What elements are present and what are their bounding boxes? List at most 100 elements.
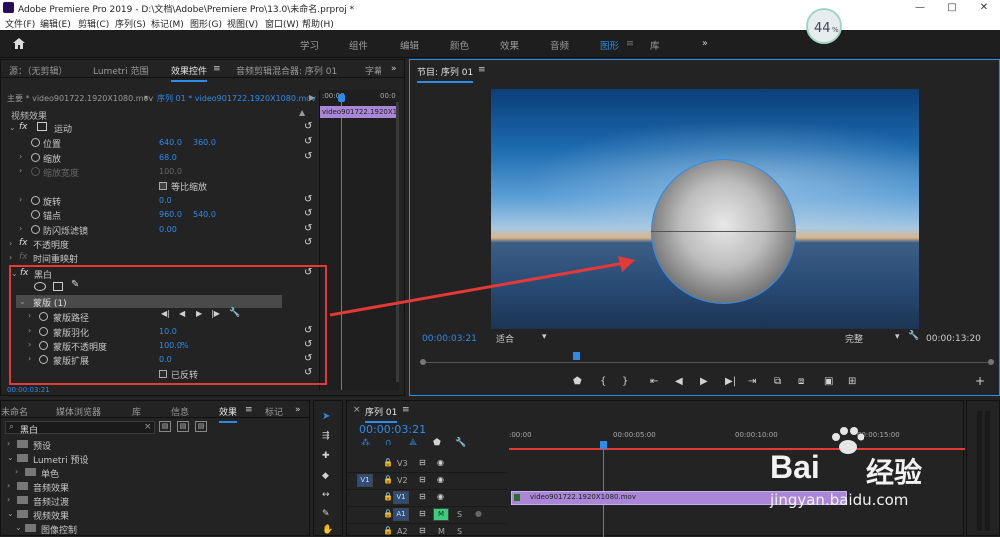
mark-in-icon[interactable]: { bbox=[600, 376, 606, 387]
mask-feather-expand-icon[interactable]: › bbox=[28, 326, 31, 335]
rotation-reset-icon[interactable]: ↺ bbox=[304, 195, 314, 205]
pen-tool-icon[interactable]: ✎ bbox=[322, 509, 330, 519]
anchor-x-value[interactable]: 960.0 bbox=[159, 210, 182, 219]
insert-nest-icon[interactable]: ⁂ bbox=[361, 438, 370, 448]
sync-lock-icon[interactable]: ⊟ bbox=[419, 509, 426, 518]
antiflicker-reset-icon[interactable]: ↺ bbox=[304, 224, 314, 234]
add-marker-timeline-icon[interactable]: ⬟ bbox=[433, 438, 441, 448]
tab-menu-icon[interactable]: ≡ bbox=[213, 64, 221, 74]
lock-icon[interactable]: 🔒 bbox=[383, 492, 393, 501]
tab-markers[interactable]: 标记 bbox=[265, 405, 283, 418]
razor-tool-icon[interactable]: ◆ bbox=[322, 471, 329, 481]
track-method-wrench-icon[interactable]: 🔧 bbox=[229, 308, 240, 318]
mask-opacity-stopwatch-icon[interactable] bbox=[39, 341, 48, 350]
workspace-audio[interactable]: 音频 bbox=[550, 38, 569, 52]
lock-icon[interactable]: 🔒 bbox=[383, 509, 393, 518]
rotation-stopwatch-icon[interactable] bbox=[31, 196, 40, 205]
inverted-reset-icon[interactable]: ↺ bbox=[304, 368, 314, 378]
menu-sequence[interactable]: 序列(S) bbox=[115, 17, 146, 30]
position-reset-icon[interactable]: ↺ bbox=[304, 137, 314, 147]
lift-icon[interactable]: ⧉ bbox=[774, 376, 781, 387]
tab-project[interactable]: 未命名 bbox=[1, 405, 28, 418]
mark-out-icon[interactable]: } bbox=[622, 376, 628, 387]
workspace-effects[interactable]: 效果 bbox=[500, 38, 519, 52]
scale-value[interactable]: 68.0 bbox=[159, 153, 177, 162]
rotation-expand-icon[interactable]: › bbox=[19, 195, 22, 204]
workspace-more-icon[interactable]: » bbox=[702, 38, 708, 49]
clear-search-icon[interactable]: × bbox=[144, 422, 152, 432]
solo-button[interactable]: S bbox=[457, 510, 462, 519]
timeline-timecode[interactable]: 00:00:03:21 bbox=[359, 423, 426, 436]
bw-fx-badge[interactable]: fx bbox=[20, 268, 29, 278]
effects-search-input[interactable]: ⌕ 黑白 × bbox=[5, 421, 155, 436]
scale-expand-icon[interactable]: › bbox=[19, 152, 22, 161]
mini-clip[interactable]: video901722.1920X10 bbox=[320, 106, 396, 118]
section-scroll-icon[interactable]: ▲ bbox=[299, 108, 305, 117]
snap-icon[interactable]: ∩ bbox=[385, 438, 392, 448]
tree-item-audio-effects[interactable]: › 音频效果 bbox=[7, 481, 297, 494]
zoom-end-handle[interactable] bbox=[988, 359, 994, 365]
master-clip-label[interactable]: 主要 * video901722.1920X1080.mov bbox=[7, 93, 153, 104]
anchor-y-value[interactable]: 540.0 bbox=[193, 210, 216, 219]
anchor-reset-icon[interactable]: ↺ bbox=[304, 209, 314, 219]
lock-icon[interactable]: 🔒 bbox=[383, 526, 393, 535]
track-backward-icon[interactable]: ◀ bbox=[179, 309, 185, 318]
play-only-icon[interactable]: ▶ bbox=[309, 93, 315, 102]
inverted-checkbox[interactable] bbox=[159, 370, 167, 378]
antiflicker-stopwatch-icon[interactable] bbox=[31, 225, 40, 234]
menu-clip[interactable]: 剪辑(C) bbox=[78, 17, 109, 30]
play-icon[interactable]: ▶ bbox=[700, 376, 708, 387]
tab-libraries[interactable]: 库 bbox=[132, 405, 141, 418]
mini-timeline-scrollbar[interactable] bbox=[396, 102, 399, 382]
accelerated-effects-icon[interactable]: ▤ bbox=[159, 421, 171, 432]
clip-dropdown-icon[interactable]: ▾ bbox=[144, 93, 148, 102]
track-v3[interactable]: 🔒 V3 ⊟ ◉ bbox=[347, 456, 507, 473]
program-playhead[interactable] bbox=[573, 352, 580, 360]
opacity-expand-icon[interactable]: › bbox=[9, 239, 12, 248]
workspace-libraries[interactable]: 库 bbox=[650, 38, 660, 52]
sync-lock-icon[interactable]: ⊟ bbox=[419, 492, 426, 501]
scale-stopwatch-icon[interactable] bbox=[31, 153, 40, 162]
program-playhead-timecode[interactable]: 00:00:03:21 bbox=[422, 334, 477, 344]
step-back-icon[interactable]: ◀ bbox=[675, 376, 683, 387]
sync-lock-icon[interactable]: ⊟ bbox=[419, 458, 426, 467]
tab-source[interactable]: 源：（无剪辑） bbox=[9, 64, 68, 77]
anchor-stopwatch-icon[interactable] bbox=[31, 210, 40, 219]
sequence-clip-label[interactable]: 序列 01 * video901722.1920X1080.mov bbox=[157, 93, 316, 104]
menu-graphics[interactable]: 图形(G) bbox=[190, 17, 222, 30]
fx-badge[interactable]: fx bbox=[19, 122, 28, 132]
effects-menu-icon[interactable]: ≡ bbox=[245, 405, 253, 415]
sync-lock-icon[interactable]: ⊟ bbox=[419, 526, 426, 535]
go-to-in-icon[interactable]: ⇤ bbox=[650, 376, 658, 387]
quality-dropdown[interactable]: 完整 ▾ bbox=[845, 332, 903, 345]
bw-expand-icon[interactable]: ⌄ bbox=[11, 269, 18, 278]
eye-icon[interactable]: ◉ bbox=[437, 458, 444, 467]
menu-help[interactable]: 帮助(H) bbox=[302, 17, 334, 30]
slip-tool-icon[interactable]: ↔ bbox=[322, 490, 330, 500]
mask-feather-value[interactable]: 10.0 bbox=[159, 327, 177, 336]
tab-captions[interactable]: 字幕 bbox=[365, 64, 381, 77]
position-stopwatch-icon[interactable] bbox=[31, 138, 40, 147]
sync-lock-icon[interactable]: ⊟ bbox=[419, 475, 426, 484]
solo-button[interactable]: S bbox=[457, 527, 462, 536]
lock-icon[interactable]: 🔒 bbox=[383, 458, 393, 467]
mini-playhead[interactable] bbox=[338, 94, 345, 102]
mask-feather-reset-icon[interactable]: ↺ bbox=[304, 326, 314, 336]
track-name[interactable]: A1 bbox=[393, 508, 409, 521]
mask-path-expand-icon[interactable]: › bbox=[28, 311, 31, 320]
scale-reset-icon[interactable]: ↺ bbox=[304, 152, 314, 162]
mute-button[interactable]: M bbox=[433, 508, 449, 521]
export-frame-icon[interactable]: ▣ bbox=[824, 376, 833, 387]
workspace-menu-icon[interactable]: ≡ bbox=[626, 38, 634, 49]
mask-opacity-expand-icon[interactable]: › bbox=[28, 340, 31, 349]
workspace-color[interactable]: 颜色 bbox=[450, 38, 469, 52]
tab-info[interactable]: 信息 bbox=[171, 405, 189, 418]
tree-item-image-control[interactable]: ⌄ 图像控制 bbox=[15, 523, 295, 536]
track-v1[interactable]: 🔒 V1 ⊟ ◉ bbox=[347, 490, 507, 507]
ripple-edit-tool-icon[interactable]: ✚ bbox=[322, 451, 330, 461]
rectangle-mask-icon[interactable] bbox=[53, 282, 63, 291]
motion-expand-icon[interactable]: ⌄ bbox=[9, 123, 16, 132]
time-remap-expand-icon[interactable]: › bbox=[9, 253, 12, 262]
minimize-button[interactable]: — bbox=[905, 0, 935, 16]
close-button[interactable]: ✕ bbox=[969, 0, 999, 16]
